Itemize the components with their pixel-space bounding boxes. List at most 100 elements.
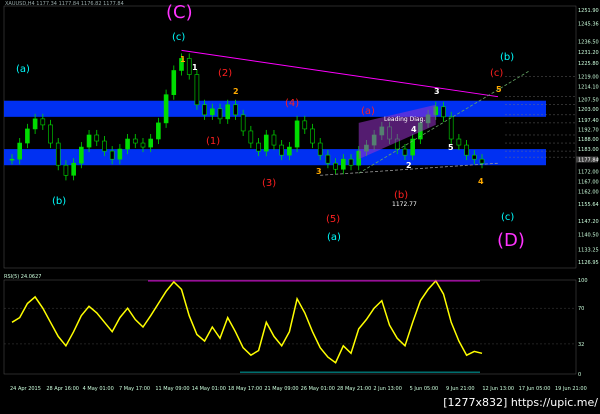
symbol-header: XAUUSD,H4 1177.34 1177.84 1176.82 1177.8… [5, 1, 124, 7]
wave-label: (a) [16, 64, 30, 75]
price-tick-label: 1203.00 [578, 107, 599, 113]
candle-body [279, 144, 284, 156]
wave-label: (a) [361, 106, 375, 117]
price-tick-label: 1147.20 [578, 219, 599, 225]
time-tick-label: 2 Jun 13:00 [373, 386, 402, 392]
wave-label: 5 [448, 143, 454, 152]
wave-label: (D) [497, 230, 525, 251]
candle-body [40, 118, 46, 126]
candle-body [310, 128, 315, 144]
price-tick-label: 1126.95 [578, 260, 599, 266]
candle-body [263, 134, 269, 152]
price-tick-label: 1225.80 [578, 61, 599, 67]
time-tick-label: 7 May 17:00 [119, 386, 150, 392]
candle-body [25, 128, 30, 144]
price-tick-label: 1183.00 [578, 147, 599, 153]
candle-body [163, 94, 169, 124]
candle-body [217, 108, 223, 120]
candle-body [402, 148, 408, 156]
price-tick-label: 1245.36 [578, 21, 599, 27]
time-tick-label: 17 Jun 05:00 [519, 386, 551, 392]
wave-label: (C) [166, 2, 193, 23]
candle-body [102, 140, 107, 152]
price-tick-label: 1155.64 [578, 202, 599, 208]
time-tick-label: 9 Jun 21:00 [446, 386, 475, 392]
candle-body [186, 58, 192, 75]
candle-body [248, 130, 254, 144]
candle-body [456, 138, 462, 146]
candle-body [256, 142, 261, 152]
time-tick-label: 11 May 09:00 [155, 386, 189, 392]
current-price-label: 1177.84 [578, 157, 599, 163]
wave-label: 2 [233, 87, 239, 96]
wave-label: (5) [326, 214, 340, 225]
wave-label: (c) [490, 68, 503, 79]
price-tick-label: 1231.20 [578, 50, 599, 56]
wave-label: (b) [394, 190, 408, 201]
candle-body [294, 120, 300, 148]
candle-body [9, 158, 15, 161]
time-tick-label: 28 May 21:00 [337, 386, 371, 392]
candle-body [202, 104, 207, 116]
candle-body [240, 114, 246, 132]
wave-label: (c) [501, 212, 514, 223]
candle-body [464, 144, 469, 156]
candle-body [117, 148, 123, 160]
candle-body [479, 158, 485, 164]
candle-body [348, 158, 354, 166]
wave-label: (4) [285, 98, 299, 109]
candle-body [55, 142, 61, 166]
candle-body [132, 138, 138, 144]
chart-stage: 1251.90 1245.36 1236.50 1231.20 1225.80 1219.… [0, 0, 600, 410]
rsi-tick-label: 100 [578, 278, 588, 284]
zone-upper-resistance [4, 100, 546, 117]
price-tick-label: 1197.40 [578, 118, 599, 124]
candle-body [317, 142, 323, 156]
candle-body [287, 146, 292, 156]
time-tick-label: 18 May 17:00 [228, 386, 262, 392]
price-tick-label: 1214.10 [578, 84, 599, 90]
wave-label: 2 [406, 161, 412, 170]
candle-body [171, 70, 177, 95]
candle-body [233, 104, 238, 116]
wave-label: (c) [172, 32, 185, 43]
wave-label: 1 [180, 55, 186, 64]
wave-label: 1172.77 [392, 201, 417, 208]
candle-body [302, 120, 308, 130]
wave-label: 5 [496, 85, 502, 94]
candle-body [125, 138, 130, 150]
chart-svg: 1251.90 1245.36 1236.50 1231.20 1225.80 1219.… [3, 2, 599, 392]
price-tick-label: 1140.50 [578, 233, 599, 239]
wave-label: (b) [500, 52, 514, 63]
time-tick-label: 28 Apr 16:00 [46, 386, 79, 392]
price-tick-label: 1219.00 [578, 75, 599, 81]
candle-body [71, 162, 76, 176]
rsi-tick-label: 70 [578, 306, 584, 312]
watermark: [1277x832] https://upic.me/ [443, 396, 598, 409]
price-tick-label: 1188.00 [578, 137, 599, 143]
candle-body [109, 150, 115, 160]
candle-body [17, 142, 23, 160]
wave-label: 4 [411, 125, 417, 134]
wave-label: Leading Diag. [384, 116, 425, 123]
wave-label: 4 [478, 177, 484, 186]
candle-body [194, 74, 200, 106]
candle-body [156, 122, 161, 140]
price-tick-label: 1172.00 [578, 169, 599, 175]
rsi-tick-label: 32 [578, 342, 584, 348]
rsi-header: RSI(5) 24.0627 [4, 274, 42, 280]
wave-label: (3) [262, 178, 276, 189]
price-tick-label: 1167.00 [578, 179, 599, 185]
time-tick-label: 21 May 09:00 [264, 386, 298, 392]
candle-body [148, 138, 153, 148]
candle-body [471, 154, 477, 160]
rsi-tick-label: 0 [578, 372, 581, 378]
price-tick-label: 1207.50 [578, 98, 599, 104]
wave-label: 3 [434, 87, 440, 96]
candle-body [94, 134, 100, 142]
candle-body [271, 134, 277, 146]
candle-body [333, 162, 338, 170]
time-tick-label: 24 Apr 2015 [10, 386, 41, 392]
wave-label: (2) [218, 68, 232, 79]
wave-label: (b) [52, 196, 66, 207]
